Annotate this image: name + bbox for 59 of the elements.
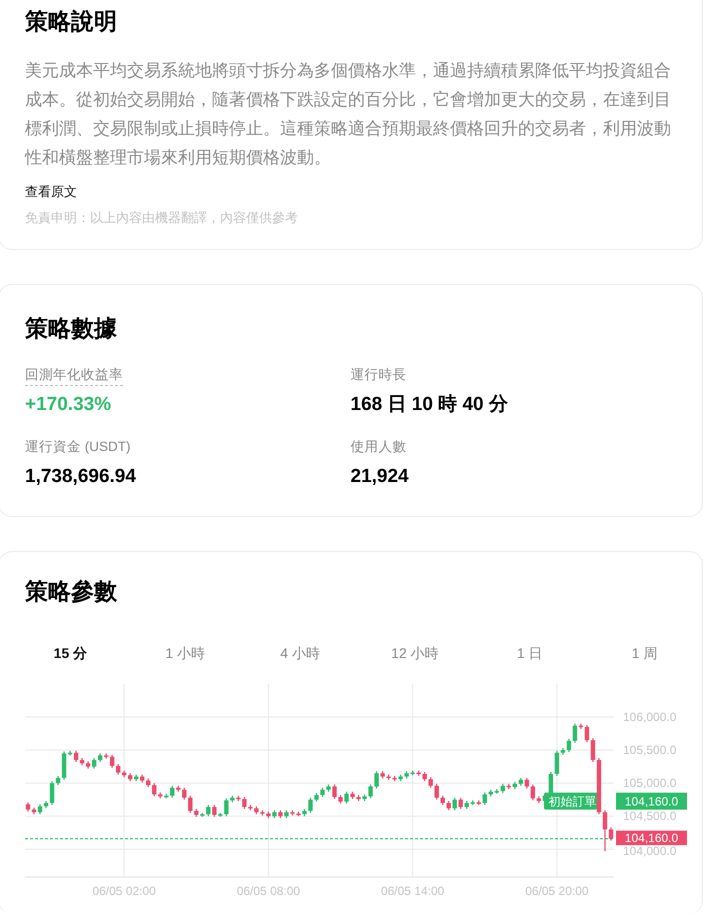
section-title: 策略參數 — [25, 578, 118, 606]
axis-label: 06/05 14:00 — [380, 884, 444, 898]
candlestick — [194, 809, 198, 818]
timeframe-tab[interactable]: 12 小時 — [357, 637, 472, 670]
candlestick — [494, 789, 499, 794]
legend-label: 104,160.0 — [624, 794, 679, 809]
candlestick — [176, 786, 180, 792]
metric-label: 使用人數 — [350, 438, 406, 456]
axis-label: 06/05 20:00 — [525, 884, 589, 898]
candlestick — [440, 796, 445, 806]
candlestick — [500, 784, 505, 794]
candlestick — [158, 792, 162, 799]
candlestick — [434, 784, 439, 800]
metric-label: 運行時長 — [350, 366, 406, 384]
metric-label: 運行資金 (USDT) — [25, 438, 130, 456]
metric-value: 21,924 — [350, 465, 410, 490]
timeframe-tab[interactable]: 4 小時 — [242, 637, 358, 670]
timeframe-tab[interactable]: 1 日 — [472, 637, 588, 670]
candlestick — [200, 813, 204, 818]
section-title: 策略數據 — [25, 315, 118, 343]
axis-label: 105,500.0 — [623, 743, 676, 758]
candlestick — [470, 800, 475, 806]
candlestick — [134, 774, 138, 782]
axis-label: 105,000.0 — [623, 776, 676, 790]
axis-label: 06/05 08:00 — [236, 884, 300, 898]
description-text: 美元成本平均交易系統地將頭寸拆分為多個價格水準，通過持續積累降低平均投資組合成本。從初始交易開始，隨著價格下跌設定的百分比，它會增加更大的交易，在達到目標利潤、交易限制或止損時停止。這種策略適合預期最終價格回升的交易者，利用波動性和橫盤整理市場來利用短期價格波動。 — [25, 60, 672, 169]
candlestick — [464, 801, 469, 810]
metric-value: 1,738,696.94 — [25, 465, 137, 490]
candlestick — [182, 788, 186, 800]
candlestick — [146, 778, 150, 788]
candlestick — [452, 798, 457, 811]
price-tag: 104,160.0 — [616, 830, 687, 846]
view-original-link[interactable]: 查看原文 — [25, 182, 77, 202]
candlestick — [476, 800, 481, 806]
price-tag: 104,160.0 — [616, 792, 687, 810]
candlestick — [152, 783, 156, 797]
metric-label[interactable]: 回測年化收益率 — [25, 364, 123, 386]
timeframe-tab[interactable]: 1 小時 — [128, 637, 243, 670]
axis-label: 104,000.0 — [623, 844, 676, 859]
candlestick — [488, 790, 493, 797]
candlestick — [446, 801, 451, 811]
candlestick — [140, 774, 144, 783]
candlestick — [428, 777, 433, 788]
section-title: 策略說明 — [25, 8, 118, 36]
metric-value: +170.33% — [25, 392, 112, 417]
axis-label: 104,500.0 — [623, 809, 676, 824]
axis-label: 106,000.0 — [623, 710, 676, 724]
candlestick — [458, 798, 463, 810]
axis-label: 06/05 02:00 — [92, 884, 156, 898]
candlestick — [206, 805, 210, 816]
disclaimer-text: 免責申明：以上內容由機器翻譯，內容僅供參考 — [25, 208, 299, 227]
annotation: 初始訂單 — [548, 794, 596, 809]
candlestick — [482, 792, 487, 806]
candlestick — [164, 794, 168, 799]
candlestick — [188, 796, 192, 814]
metric-value: 168 日 10 時 40 分 — [350, 392, 509, 417]
timeframe-tab[interactable]: 15 分 — [13, 637, 128, 670]
candlestick — [170, 786, 174, 798]
timeframe-tab[interactable]: 1 周 — [587, 637, 702, 670]
